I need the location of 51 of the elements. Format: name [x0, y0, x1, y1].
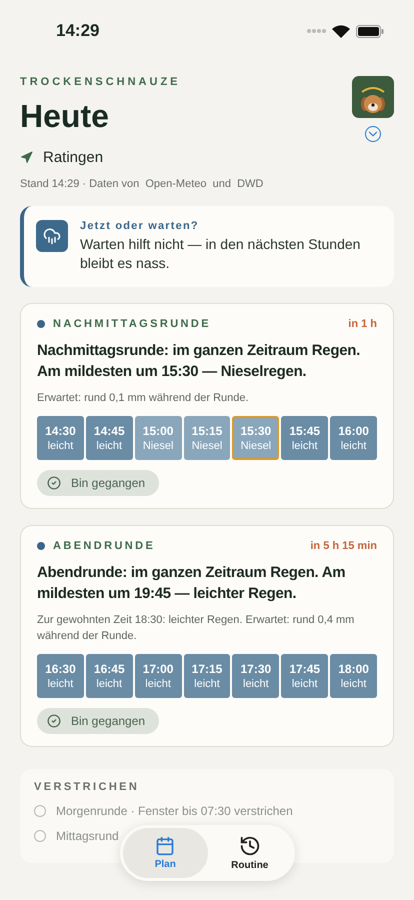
page-title: Heute [20, 98, 110, 135]
passed-item: Mittagsrund [56, 829, 119, 843]
advice-text: Warten hilft nicht — in den nächsten Stunden bleibt es nass. [80, 235, 362, 273]
nav-tab[interactable]: Plan [123, 828, 208, 878]
walk-eta: in 5 h 15 min [310, 540, 377, 552]
rain-cloud-icon [36, 220, 68, 252]
check-circle-icon [47, 476, 61, 490]
time-slot[interactable]: 15:15 Niesel [184, 416, 230, 460]
status-dot [37, 542, 45, 550]
time-slot[interactable]: 17:15 leicht [184, 654, 230, 698]
advice-title: Jetzt oder warten? [80, 220, 200, 232]
walk-summary: Nachmittagsrunde: im ganzen Zeitraum Regen. Am mildesten um 15:30 — Nieselregen. [37, 341, 361, 382]
radio-circle-icon[interactable] [34, 805, 46, 817]
history-icon [238, 835, 261, 857]
app-brand: TROCKENSCHNAUZE [20, 76, 182, 88]
time-slot[interactable]: 17:00 leicht [134, 654, 182, 698]
status-dot [37, 320, 45, 328]
went-button[interactable]: Bin gegangen [37, 708, 160, 734]
dog-logo-icon [352, 76, 394, 118]
time-slot[interactable]: 17:30 leicht [232, 654, 280, 698]
nav-tab[interactable]: Routine [208, 828, 292, 878]
location-name[interactable]: Ratingen [43, 149, 104, 166]
calendar-icon [155, 836, 176, 856]
passed-title: VERSTRICHEN [34, 781, 140, 793]
wifi-icon [332, 24, 350, 38]
time-slot[interactable]: 14:45 leicht [86, 416, 133, 460]
walk-eta: in 1 h [348, 318, 377, 330]
time-slot[interactable]: 16:45 leicht [86, 654, 133, 698]
time-slot[interactable]: 16:30 leicht [37, 654, 84, 698]
expand-icon[interactable] [365, 126, 381, 142]
time-slot[interactable]: 15:30 Niesel [232, 416, 280, 460]
radio-circle-icon[interactable] [34, 830, 46, 842]
passed-item: Morgenrunde · Fenster bis 07:30 verstrichen [56, 804, 293, 818]
time-slot[interactable]: 14:30 leicht [37, 416, 84, 460]
time-slot[interactable]: 15:45 leicht [281, 416, 328, 460]
walk-name: NACHMITTAGSRUNDE [53, 318, 211, 330]
location-icon [20, 151, 33, 164]
time-slot[interactable]: 18:00 leicht [330, 654, 377, 698]
battery-icon [356, 24, 384, 38]
signal-icon [306, 28, 326, 34]
time-slot[interactable]: 17:45 leicht [281, 654, 328, 698]
time-slot[interactable]: 15:00 Niesel [134, 416, 182, 460]
check-circle-icon [47, 714, 61, 728]
data-source: Stand 14:29 · Daten von Open-Meteo und DWD [20, 178, 264, 190]
walk-detail: Erwartet: rund 0,1 mm während der Runde. [37, 391, 250, 406]
time-slot[interactable]: 16:00 leicht [330, 416, 377, 460]
walk-detail: Zur gewohnten Zeit 18:30: leichter Regen. Erwartet: rund 0,4 mm während der Runde. [37, 613, 356, 644]
walk-name: ABENDRUNDE [53, 540, 156, 552]
went-button[interactable]: Bin gegangen [37, 470, 160, 496]
status-time: 14:29 [56, 21, 100, 41]
walk-summary: Abendrunde: im ganzen Zeitraum Regen. Am mildesten um 19:45 — leichter Regen. [37, 563, 346, 604]
